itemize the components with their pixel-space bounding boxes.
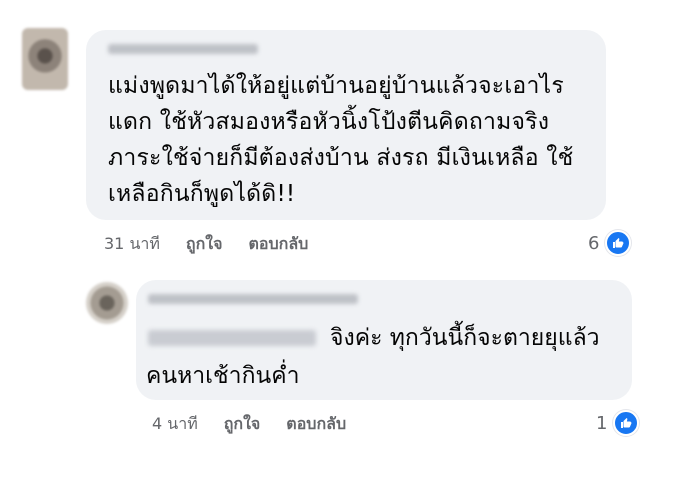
reply-reaction-count: 1 (596, 412, 608, 434)
comment-text: แม่งพูดมาได้ให้อยู่แต่บ้านอยู่บ้านแล้วจะ… (108, 73, 574, 207)
reply-actions: 4 นาที ถูกใจ ตอบกลับ (152, 412, 346, 437)
commenter-avatar[interactable] (22, 28, 68, 90)
comment-actions: 31 นาที ถูกใจ ตอบกลับ (104, 232, 308, 257)
like-button[interactable]: ถูกใจ (186, 232, 223, 257)
tagged-user-blurred[interactable] (148, 330, 316, 346)
reply-reactions[interactable]: 1 (596, 410, 640, 436)
reaction-count: 6 (588, 232, 600, 254)
comment-bubble: แม่งพูดมาได้ให้อยู่แต่บ้านอยู่บ้านแล้วจะ… (86, 30, 606, 220)
reply-bubble: จิงค่ะ ทุกวันนี้ก็จะตายยุแล้ว คนหาเช้ากิ… (136, 280, 632, 400)
comment-reactions[interactable]: 6 (588, 230, 632, 256)
reply-text-line1: จิงค่ะ ทุกวันนี้ก็จะตายยุแล้ว (330, 325, 600, 351)
commenter-name-blurred[interactable] (108, 44, 258, 54)
like-icon (613, 410, 640, 436)
like-icon (605, 230, 632, 256)
reply-text-line2: คนหาเช้ากินค่ำ (146, 363, 300, 389)
reply-reply-button[interactable]: ตอบกลับ (286, 412, 346, 437)
replier-name-blurred[interactable] (148, 294, 358, 304)
replier-avatar[interactable] (86, 282, 128, 324)
reply-timestamp[interactable]: 4 นาที (152, 412, 198, 437)
reply-button[interactable]: ตอบกลับ (248, 232, 308, 257)
comment-timestamp[interactable]: 31 นาที (104, 232, 160, 257)
reply-like-button[interactable]: ถูกใจ (224, 412, 261, 437)
